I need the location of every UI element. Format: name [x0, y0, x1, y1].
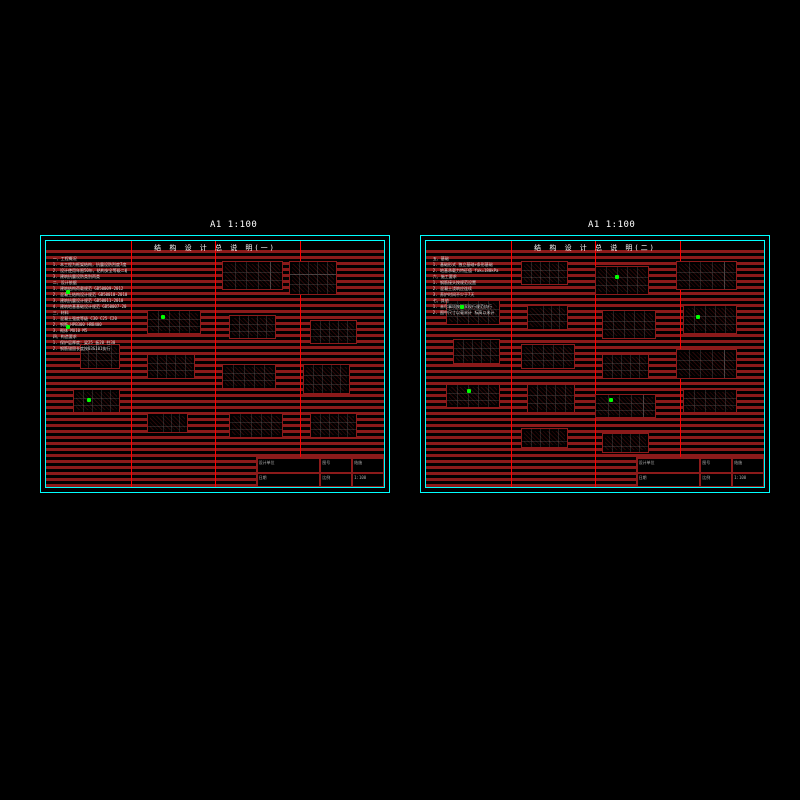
- scale-label-1: A1 1:100: [210, 220, 257, 230]
- note-line: 1. 本工程为框架结构，抗震设防烈度7度: [53, 262, 127, 268]
- detail-drawing: [602, 310, 656, 340]
- note-line: 1. 混凝土强度等级 C30 C25 C20: [53, 316, 127, 322]
- detail-drawing: [147, 413, 188, 433]
- sheet-frame-2: 结 构 设 计 总 说 明(二) 五、基础1. 基础形式 独立基础+条形基础2.…: [420, 235, 770, 493]
- detail-drawing: [222, 261, 283, 291]
- detail-drawing: [521, 261, 568, 286]
- sheet-title-1: 结 构 设 计 总 说 明(一): [154, 243, 276, 253]
- tb-cell: 设计单位: [257, 458, 321, 472]
- detail-drawing: [683, 389, 737, 414]
- tb-cell: 日期: [257, 473, 321, 487]
- detail-drawing: [229, 315, 276, 340]
- detail-drawing: [310, 413, 357, 438]
- tb-cell: 比例: [320, 473, 352, 487]
- marker-icon: [161, 315, 165, 319]
- tb-cell: 1:100: [732, 473, 764, 487]
- note-line: 2. 地基承载力特征值 fak=180kPa: [433, 268, 507, 274]
- marker-icon: [66, 325, 70, 329]
- detail-drawing: [676, 261, 737, 291]
- detail-drawing: [147, 354, 194, 379]
- detail-drawing: [521, 344, 575, 369]
- tb-cell: 图号: [700, 458, 732, 472]
- tb-cell: 日期: [637, 473, 701, 487]
- detail-drawing: [229, 413, 283, 438]
- note-line: 2. 设计使用年限50年，结构安全等级二级: [53, 268, 127, 274]
- detail-drawing: [683, 305, 737, 335]
- detail-drawing: [73, 389, 120, 414]
- detail-drawing: [527, 384, 574, 414]
- detail-drawing: [527, 305, 568, 330]
- marker-icon: [696, 315, 700, 319]
- detail-drawing: [595, 266, 649, 296]
- scale-label-2: A1 1:100: [588, 220, 635, 230]
- tb-cell: 图号: [320, 458, 352, 472]
- marker-icon: [467, 389, 471, 393]
- vline: [131, 241, 132, 487]
- detail-drawing: [521, 428, 568, 448]
- cad-canvas: A1 1:100 结 构 设 计 总 说 明(一) 一、工程概况1. 本工程为框…: [0, 0, 800, 800]
- detail-drawing: [310, 320, 357, 345]
- detail-drawing: [222, 364, 276, 389]
- note-line: 1. 建筑结构荷载规范 GB50009-2012: [53, 286, 127, 292]
- sheet-frame-1: 结 构 设 计 总 说 明(一) 一、工程概况1. 本工程为框架结构，抗震设防烈…: [40, 235, 390, 493]
- sheet-inner-2: 结 构 设 计 总 说 明(二) 五、基础1. 基础形式 独立基础+条形基础2.…: [425, 240, 765, 488]
- notes-column-1: 一、工程概况1. 本工程为框架结构，抗震设防烈度7度2. 设计使用年限50年，结…: [53, 256, 127, 352]
- tb-cell: 设计单位: [637, 458, 701, 472]
- tb-cell: 结施: [732, 458, 764, 472]
- detail-drawing: [303, 364, 350, 394]
- detail-drawing: [147, 310, 201, 335]
- detail-drawing: [446, 384, 500, 409]
- detail-drawing: [676, 349, 737, 379]
- titleblock-2: 设计单位 图号 结施 日期 比例 1:100: [636, 457, 764, 487]
- marker-icon: [87, 398, 91, 402]
- marker-icon: [609, 398, 613, 402]
- notes-column-2: 五、基础1. 基础形式 独立基础+条形基础2. 地基承载力特征值 fak=180…: [433, 256, 507, 316]
- tb-cell: 比例: [700, 473, 732, 487]
- marker-icon: [460, 305, 464, 309]
- note-line: 2. 钢筋锚固长度按03G101执行: [53, 346, 127, 352]
- tb-cell: 1:100: [352, 473, 384, 487]
- vline: [511, 241, 512, 487]
- detail-drawing: [453, 339, 500, 364]
- marker-icon: [66, 290, 70, 294]
- detail-drawing: [602, 354, 649, 379]
- sheet-inner-1: 结 构 设 计 总 说 明(一) 一、工程概况1. 本工程为框架结构，抗震设防烈…: [45, 240, 385, 488]
- titleblock-1: 设计单位 图号 结施 日期 比例 1:100: [256, 457, 384, 487]
- note-line: 2. 混凝土结构设计规范 GB50010-2010: [53, 292, 127, 298]
- tb-cell: 结施: [352, 458, 384, 472]
- note-line: 4. 建筑地基基础设计规范 GB50007-2011: [53, 304, 127, 310]
- detail-drawing: [602, 433, 649, 453]
- note-line: 2. 图中尺寸以毫米计 标高以米计: [433, 310, 507, 316]
- sheet-title-2: 结 构 设 计 总 说 明(二): [534, 243, 656, 253]
- vline: [215, 241, 216, 487]
- detail-drawing: [289, 261, 336, 295]
- detail-drawing: [595, 394, 656, 419]
- note-line: 3. 建筑抗震设计规范 GB50011-2010: [53, 298, 127, 304]
